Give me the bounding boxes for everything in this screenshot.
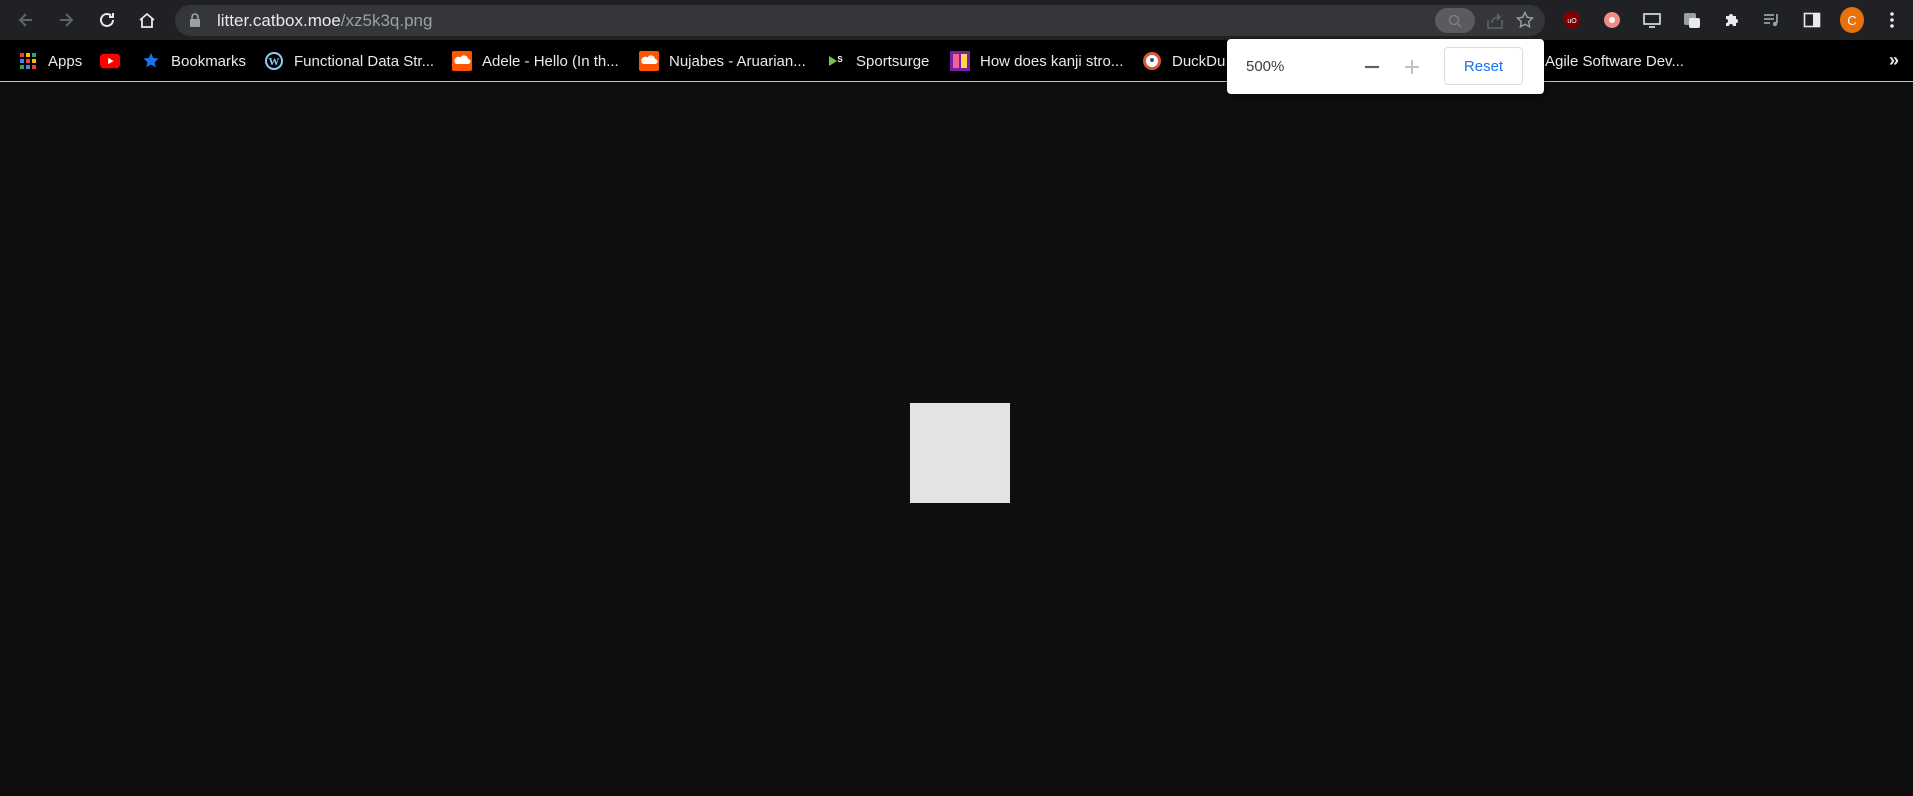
bookmark-youtube[interactable]	[100, 48, 130, 74]
kanji-site-icon	[950, 51, 970, 71]
viewed-image[interactable]	[910, 403, 1010, 503]
wordpress-icon: W	[264, 51, 284, 71]
address-bar[interactable]: litter.catbox.moe/xz5k3q.png	[175, 5, 1545, 36]
svg-text:S: S	[837, 55, 843, 64]
back-button[interactable]	[14, 8, 38, 32]
url-text[interactable]: litter.catbox.moe/xz5k3q.png	[217, 5, 432, 36]
playlist-icon	[1764, 14, 1778, 27]
bookmark-label: Bookmarks	[171, 52, 247, 70]
lock-icon[interactable]	[189, 13, 201, 27]
screen-capture-icon	[1643, 13, 1661, 28]
bookmark-label: DuckDu	[1172, 52, 1226, 70]
bookmark-nujabes-aruarian[interactable]: Nujabes - Aruarian...	[639, 48, 806, 74]
bookmark-adele-hello[interactable]: Adele - Hello (In th...	[452, 48, 619, 74]
star-icon	[141, 51, 161, 71]
bookmark-duckduckgo[interactable]: DuckDu	[1142, 48, 1225, 74]
forward-arrow-icon	[60, 13, 74, 27]
chrome-menu-button[interactable]	[1880, 8, 1904, 32]
media-control-button[interactable]	[1760, 8, 1784, 32]
svg-text:uO: uO	[1567, 18, 1577, 25]
plus-icon	[1405, 60, 1419, 74]
home-button[interactable]	[135, 8, 159, 32]
forward-button[interactable]	[54, 8, 78, 32]
browser-toolbar: litter.catbox.moe/xz5k3q.png uO C	[0, 0, 1913, 40]
ublock-icon: uO	[1564, 11, 1580, 29]
reload-button[interactable]	[95, 8, 119, 32]
avatar-initial: C	[1847, 12, 1857, 28]
puzzle-icon	[1726, 14, 1738, 26]
screen-extension-button[interactable]	[1640, 8, 1664, 32]
youtube-icon	[100, 51, 120, 71]
ublock-extension-button[interactable]: uO	[1560, 8, 1584, 32]
bookmark-label: Agile Software Dev...	[1545, 52, 1684, 70]
home-icon	[139, 12, 155, 28]
bookmark-label: Apps	[48, 52, 83, 70]
extensions-button[interactable]	[1720, 8, 1744, 32]
record-extension-button[interactable]	[1600, 8, 1624, 32]
bookmark-star-icon[interactable]	[1515, 10, 1535, 30]
reload-icon	[100, 12, 114, 27]
bookmark-apps[interactable]: Apps	[18, 48, 82, 74]
bookmark-folder-bookmarks[interactable]: Bookmarks	[141, 48, 246, 74]
zoom-popup: 500% Reset	[1227, 39, 1544, 94]
share-icon[interactable]	[1485, 11, 1505, 31]
bookmark-sportsurge[interactable]: S Sportsurge	[826, 48, 929, 74]
magnifier-icon	[1448, 14, 1462, 28]
more-bookmarks-chevron-icon[interactable]: »	[1889, 50, 1899, 71]
duckduckgo-icon	[1142, 51, 1162, 71]
side-panel-button[interactable]	[1800, 8, 1824, 32]
bookmark-kanji-strokes[interactable]: How does kanji stro...	[950, 48, 1123, 74]
zoom-in-button[interactable]	[1400, 55, 1424, 79]
zoom-out-button[interactable]	[1360, 55, 1384, 79]
minus-icon	[1365, 65, 1379, 69]
bookmark-agile-software[interactable]: Agile Software Dev...	[1545, 48, 1684, 74]
url-domain: litter.catbox.moe	[217, 11, 341, 30]
soundcloud-icon	[639, 51, 659, 71]
side-panel-icon	[1803, 12, 1821, 28]
tab-extension-button[interactable]	[1680, 8, 1704, 32]
profile-button[interactable]: C	[1840, 7, 1864, 33]
bookmarks-bar: Apps Bookmarks W Functional Data Str... …	[0, 40, 1913, 82]
bookmark-label: Sportsurge	[856, 52, 930, 70]
tab-manager-icon	[1684, 13, 1700, 28]
url-path: /xz5k3q.png	[340, 11, 433, 30]
zoom-level-text: 500%	[1246, 58, 1285, 75]
record-icon	[1604, 12, 1620, 28]
avatar: C	[1840, 7, 1864, 33]
bookmark-label: Functional Data Str...	[294, 52, 435, 70]
bookmark-label: How does kanji stro...	[980, 52, 1124, 70]
zoom-reset-button[interactable]: Reset	[1444, 47, 1523, 85]
zoom-indicator-button[interactable]	[1435, 8, 1475, 33]
back-arrow-icon	[18, 13, 32, 27]
sportsurge-icon: S	[826, 51, 846, 71]
svg-text:W: W	[269, 56, 280, 68]
bookmark-functional-data[interactable]: W Functional Data Str...	[264, 48, 434, 74]
kebab-menu-icon	[1890, 12, 1894, 28]
apps-grid-icon	[18, 51, 38, 71]
bookmark-label: Nujabes - Aruarian...	[669, 52, 806, 70]
soundcloud-icon	[452, 51, 472, 71]
bookmark-label: Adele - Hello (In th...	[482, 52, 619, 70]
